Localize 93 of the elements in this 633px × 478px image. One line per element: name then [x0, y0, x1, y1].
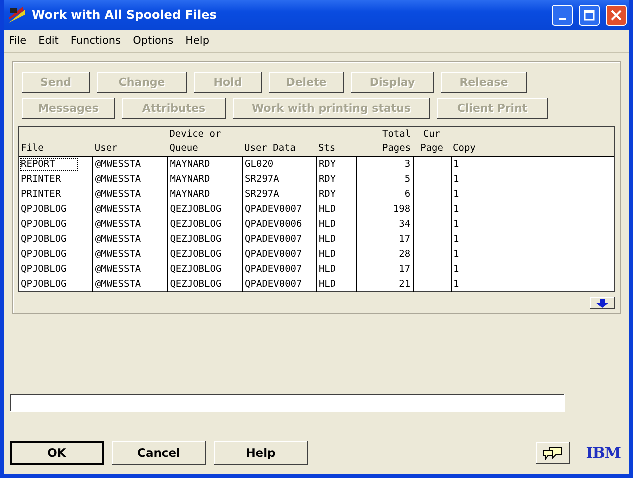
close-icon: [611, 10, 622, 20]
menu-item[interactable]: File: [9, 35, 27, 47]
table-cell: @MWESSTA: [92, 262, 168, 277]
window-title: Work with All Spooled Files: [32, 8, 218, 22]
table-cell: 6: [356, 187, 414, 202]
table-cell: QPADEV0007: [242, 277, 316, 292]
close-button[interactable]: [606, 4, 627, 26]
table-cell: @MWESSTA: [92, 232, 168, 247]
speech-bubble-button[interactable]: [536, 442, 570, 464]
table-cell: MAYNARD: [168, 187, 243, 202]
menu-item[interactable]: Functions: [70, 35, 122, 47]
dialog-button[interactable]: Help: [214, 441, 308, 465]
table-cell: 1: [451, 202, 614, 217]
table-cell: QPJOBLOG: [19, 232, 93, 247]
table-cell: QPJOBLOG: [19, 277, 93, 292]
table-cell: @MWESSTA: [92, 172, 168, 187]
table-cell: QEZJOBLOG: [168, 202, 243, 217]
maximize-icon: [584, 10, 595, 20]
table-cell: PRINTER: [19, 187, 93, 202]
table-cell: HLD: [316, 262, 356, 277]
table-cell: QPJOBLOG: [19, 247, 93, 262]
maximize-button[interactable]: [579, 4, 600, 26]
table-cell: QPADEV0007: [242, 232, 316, 247]
table-cell: REPORT: [19, 156, 93, 172]
column-header[interactable]: Device or Queue: [168, 127, 243, 156]
table-cell: SR297A: [242, 187, 316, 202]
dialog-button[interactable]: OK: [10, 441, 104, 465]
message-field[interactable]: [10, 394, 565, 412]
table-cell: 1: [451, 262, 614, 277]
column-header[interactable]: User: [92, 127, 168, 156]
column-header[interactable]: Copy: [451, 127, 614, 156]
table-cell: QPADEV0007: [242, 247, 316, 262]
column-header[interactable]: Sts: [316, 127, 356, 156]
table-cell: @MWESSTA: [92, 217, 168, 232]
table-cell: HLD: [316, 217, 356, 232]
table-cell: QPJOBLOG: [19, 202, 93, 217]
table-cell: QPADEV0007: [242, 262, 316, 277]
minimize-icon: [559, 18, 566, 20]
logo: IBM: [586, 444, 621, 462]
table-cell: 21: [356, 277, 414, 292]
table-cell: RDY: [316, 156, 356, 172]
table-cell: HLD: [316, 232, 356, 247]
table-cell: SR297A: [242, 172, 316, 187]
table-cell: @MWESSTA: [92, 277, 168, 292]
minimize-button[interactable]: [552, 4, 573, 26]
table-cell: 5: [356, 172, 414, 187]
table-cell: 3: [356, 156, 414, 172]
table-cell: HLD: [316, 247, 356, 262]
table-cell: 198: [356, 202, 414, 217]
table-cell: @MWESSTA: [92, 156, 168, 172]
table-cell: HLD: [316, 277, 356, 292]
column-header[interactable]: User Data: [242, 127, 316, 156]
table-cell: QEZJOBLOG: [168, 262, 243, 277]
table-cell: @MWESSTA: [92, 202, 168, 217]
table-cell: RDY: [316, 172, 356, 187]
table-cell: 1: [451, 247, 614, 262]
column-header[interactable]: File: [19, 127, 93, 156]
table-cell: 1: [451, 187, 614, 202]
table-cell: GL020: [242, 156, 316, 172]
table-cell: 1: [451, 172, 614, 187]
column-header[interactable]: Total Pages: [356, 127, 414, 156]
table-cell: @MWESSTA: [92, 187, 168, 202]
speech-bubbles-icon: [542, 446, 564, 460]
menu-item[interactable]: Help: [186, 35, 210, 47]
table-cell: 1: [451, 277, 614, 292]
table-cell: 34: [356, 217, 414, 232]
table-cell: QPJOBLOG: [19, 262, 93, 277]
table-cell: QPADEV0007: [242, 202, 316, 217]
table-cell: HLD: [316, 202, 356, 217]
app-icon: [8, 6, 26, 24]
table-cell: 17: [356, 232, 414, 247]
menu-item[interactable]: Edit: [38, 35, 59, 47]
table-cell: MAYNARD: [168, 172, 243, 187]
table-cell: 1: [451, 232, 614, 247]
table-cell: 17: [356, 262, 414, 277]
table-cell: 1: [451, 156, 614, 172]
dialog-button[interactable]: Cancel: [112, 441, 206, 465]
table-cell: 28: [356, 247, 414, 262]
scroll-down-button[interactable]: [590, 297, 615, 309]
table-cell: QEZJOBLOG: [168, 277, 243, 292]
table-cell: QEZJOBLOG: [168, 247, 243, 262]
table-cell: QEZJOBLOG: [168, 232, 243, 247]
table-cell: @MWESSTA: [92, 247, 168, 262]
menu-item[interactable]: Options: [133, 35, 174, 47]
arrow-down-icon: [596, 298, 609, 308]
table-cell: QPJOBLOG: [19, 217, 93, 232]
table-cell: RDY: [316, 187, 356, 202]
column-header[interactable]: Cur Page: [413, 127, 451, 156]
table-cell: MAYNARD: [168, 156, 243, 172]
table-cell: PRINTER: [19, 172, 93, 187]
table-cell: 1: [451, 217, 614, 232]
table-cell: QPADEV0006: [242, 217, 316, 232]
table-cell: QEZJOBLOG: [168, 217, 243, 232]
